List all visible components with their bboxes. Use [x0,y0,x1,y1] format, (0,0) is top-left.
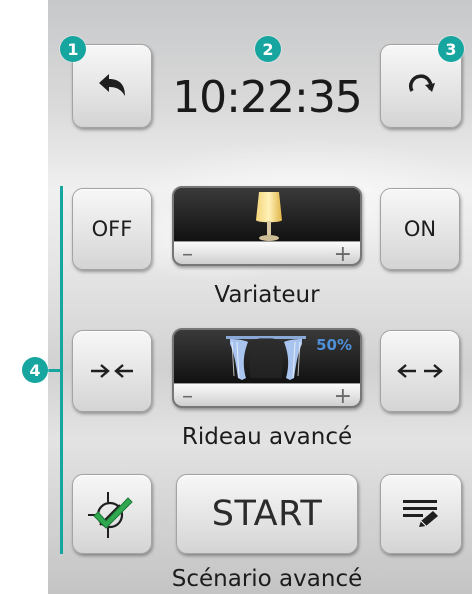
undo-arrow-icon [99,74,125,96]
scenario-enabled-check-icon [88,492,133,538]
scenario-label: Scénario avancé [171,566,363,592]
dimmer-slider[interactable]: – + [172,186,362,266]
dimmer-label: Variateur [214,282,320,308]
scenario-edit-button[interactable] [380,474,462,554]
curtain-percent: 50% [316,336,352,354]
dimmer-plus[interactable]: + [334,244,352,265]
dimmer-on-label: ON [403,217,437,241]
close-curtain-arrows-icon [91,364,133,378]
curtain-slider[interactable]: 50% – + [172,328,362,408]
callout-4: 4 [22,357,48,383]
dimmer-on-button[interactable]: ON [380,188,460,270]
screen: 10:22:35 1 2 3 4 OFF – + ON Variateur 50… [0,0,472,594]
edit-list-icon [403,500,438,527]
curtain-track[interactable]: – + [174,383,360,406]
lamp-icon [256,192,282,241]
clock-display: 10:22:35 [172,72,363,123]
callout-1: 1 [60,36,86,62]
scenario-enable-button[interactable] [72,474,152,554]
curtain-close-button[interactable] [72,330,152,412]
scenario-start-button[interactable]: START [176,474,358,554]
dimmer-track[interactable]: – + [174,241,360,264]
back-button[interactable] [72,44,152,128]
curtain-minus[interactable]: – [182,386,193,407]
curtain-label: Rideau avancé [181,424,353,450]
open-curtain-arrows-icon [397,364,443,378]
curtain-icon [226,336,306,380]
callout-2: 2 [255,36,281,62]
curtain-plus[interactable]: + [334,386,352,407]
group-bracket-tick [46,369,62,372]
callout-3: 3 [438,36,464,62]
dimmer-off-label: OFF [91,217,133,241]
refresh-icon [409,74,435,92]
scenario-start-label: START [211,494,323,534]
curtain-open-button[interactable] [380,330,460,412]
dimmer-off-button[interactable]: OFF [72,188,152,270]
dimmer-minus[interactable]: – [182,244,193,265]
